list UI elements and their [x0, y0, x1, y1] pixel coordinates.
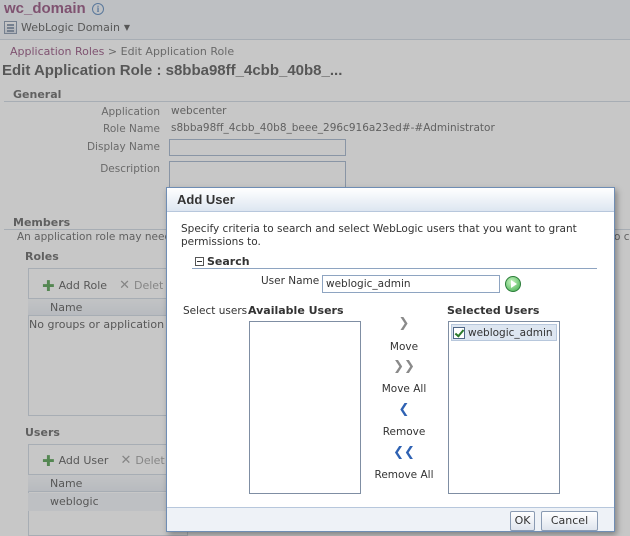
search-heading: Search — [207, 255, 250, 268]
selected-users-heading: Selected Users — [447, 304, 540, 317]
collapse-icon — [195, 257, 204, 266]
remove-button[interactable]: Remove — [369, 426, 439, 438]
move-all-button[interactable]: Move All — [369, 383, 439, 395]
remove-all-button[interactable]: Remove All — [369, 469, 439, 481]
move-all-icon[interactable]: ❯❯ — [389, 359, 419, 374]
list-item[interactable]: weblogic_admin — [451, 324, 557, 341]
user-name-input[interactable] — [322, 275, 500, 293]
ok-button[interactable]: OK — [510, 511, 535, 531]
user-name-label: User Name — [261, 275, 320, 287]
dialog-description: Specify criteria to search and select We… — [181, 223, 577, 248]
selected-users-list[interactable]: weblogic_admin — [448, 321, 560, 494]
add-user-dialog: Add User Specify criteria to search and … — [166, 187, 615, 532]
remove-all-icon[interactable]: ❮❮ — [389, 445, 419, 460]
cancel-button[interactable]: Cancel — [541, 511, 598, 531]
search-divider — [192, 268, 597, 269]
dialog-header: Add User — [167, 188, 614, 212]
checkbox-checked-icon[interactable] — [453, 326, 465, 339]
available-users-heading: Available Users — [248, 304, 344, 317]
move-button[interactable]: Move — [369, 341, 439, 353]
move-icon[interactable]: ❯ — [389, 316, 419, 331]
selected-user-label: weblogic_admin — [468, 326, 553, 339]
search-go-icon[interactable] — [505, 276, 521, 292]
select-users-label: Select users — [183, 305, 248, 317]
search-section-toggle[interactable]: Search — [195, 255, 250, 268]
remove-icon[interactable]: ❮ — [389, 402, 419, 417]
dialog-title: Add User — [177, 192, 235, 207]
available-users-list[interactable] — [249, 321, 361, 494]
